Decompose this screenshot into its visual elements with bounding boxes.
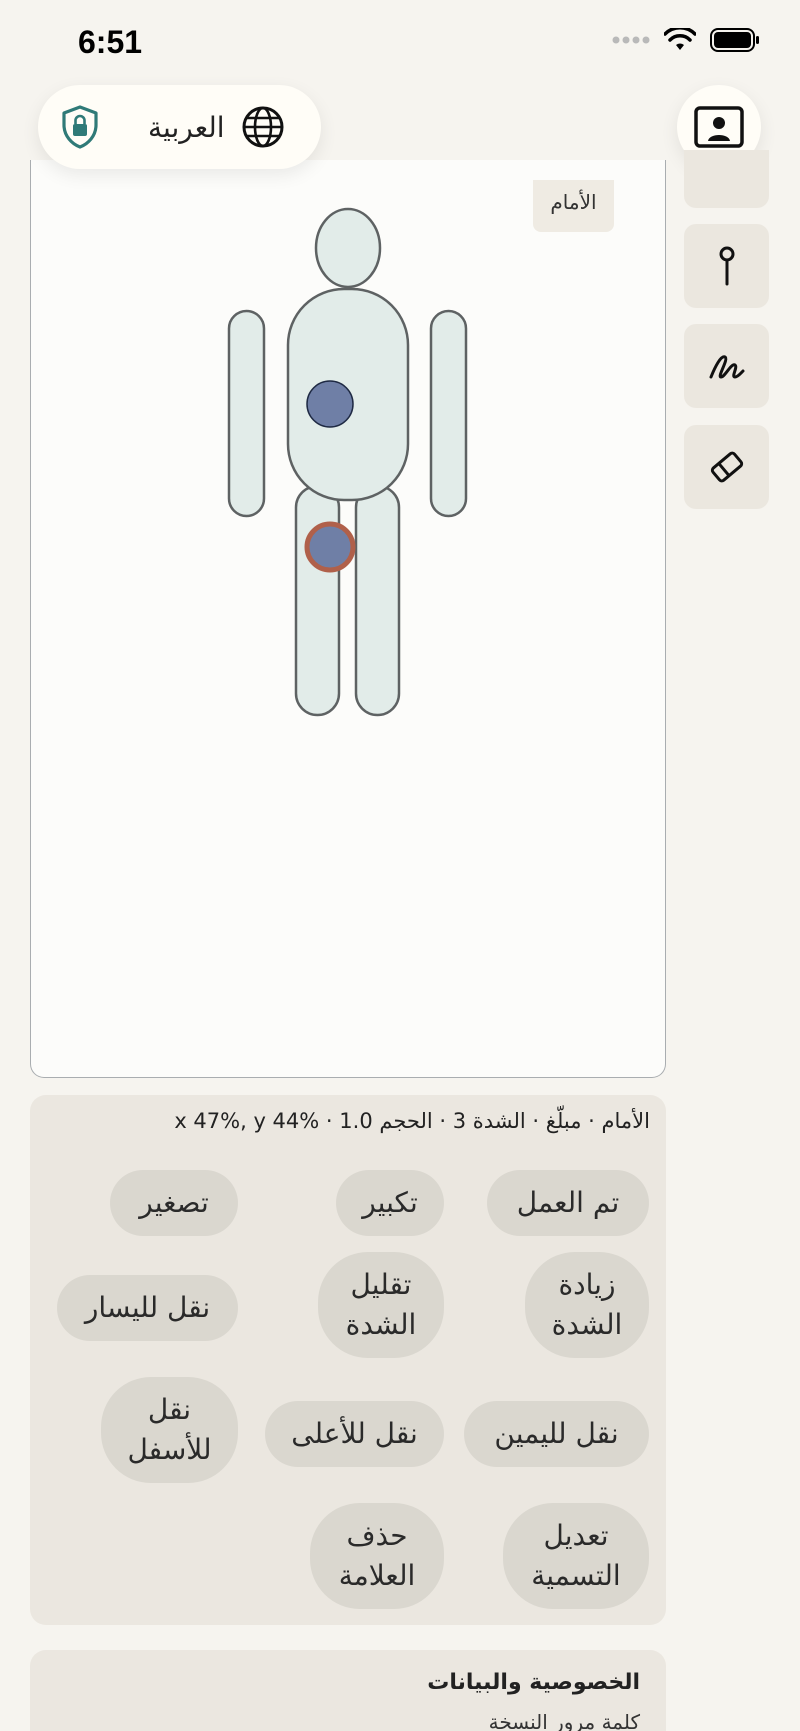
- backup-password-label[interactable]: كلمة مرور النسخة: [489, 1710, 640, 1731]
- contact-card-icon: [694, 106, 744, 148]
- status-icons: [612, 28, 760, 52]
- status-bar: 6:51: [0, 0, 800, 80]
- eraser-tool-button[interactable]: [684, 425, 769, 509]
- privacy-lock-icon: [62, 105, 98, 149]
- globe-icon: [242, 106, 284, 148]
- done-button[interactable]: تم العمل: [487, 1170, 649, 1236]
- zoom-in-button[interactable]: تكبير: [336, 1170, 444, 1236]
- move-down-button[interactable]: نقل للأسفل: [101, 1377, 238, 1483]
- body-map-canvas[interactable]: [30, 160, 666, 1078]
- delete-marker-button[interactable]: حذف العلامة: [310, 1503, 444, 1609]
- move-right-button[interactable]: نقل لليمين: [464, 1401, 649, 1467]
- scribble-icon: [709, 355, 744, 379]
- zoom-out-button[interactable]: تصغير: [110, 1170, 238, 1236]
- move-up-button[interactable]: نقل للأعلى: [265, 1401, 444, 1467]
- cellular-signal-icon: [612, 36, 650, 44]
- decrease-intensity-button[interactable]: تقليل الشدة: [318, 1252, 444, 1358]
- privacy-section: الخصوصية والبيانات كلمة مرور النسخة: [30, 1650, 666, 1731]
- pin-tool-button[interactable]: [684, 224, 769, 308]
- status-time: 6:51: [78, 24, 143, 60]
- view-badge[interactable]: الأمام: [533, 180, 614, 232]
- tool-button-partial[interactable]: [684, 150, 769, 208]
- privacy-title: الخصوصية والبيانات: [427, 1670, 640, 1695]
- battery-icon: [710, 28, 759, 52]
- marker-controls-panel: الأمام · مبلّغ · الشدة 3 · الحجم 1.0 · x…: [30, 1095, 666, 1625]
- marker-info: الأمام · مبلّغ · الشدة 3 · الحجم 1.0 · x…: [174, 1109, 650, 1133]
- language-label: العربية: [148, 110, 225, 144]
- draw-tool-button[interactable]: [684, 324, 769, 408]
- pin-icon: [719, 246, 734, 286]
- language-selector[interactable]: العربية: [38, 85, 321, 169]
- eraser-icon: [710, 451, 743, 483]
- wifi-icon: [664, 28, 696, 50]
- move-left-button[interactable]: نقل لليسار: [57, 1275, 238, 1341]
- increase-intensity-button[interactable]: زيادة الشدة: [525, 1252, 649, 1358]
- rename-button[interactable]: تعديل التسمية: [503, 1503, 649, 1609]
